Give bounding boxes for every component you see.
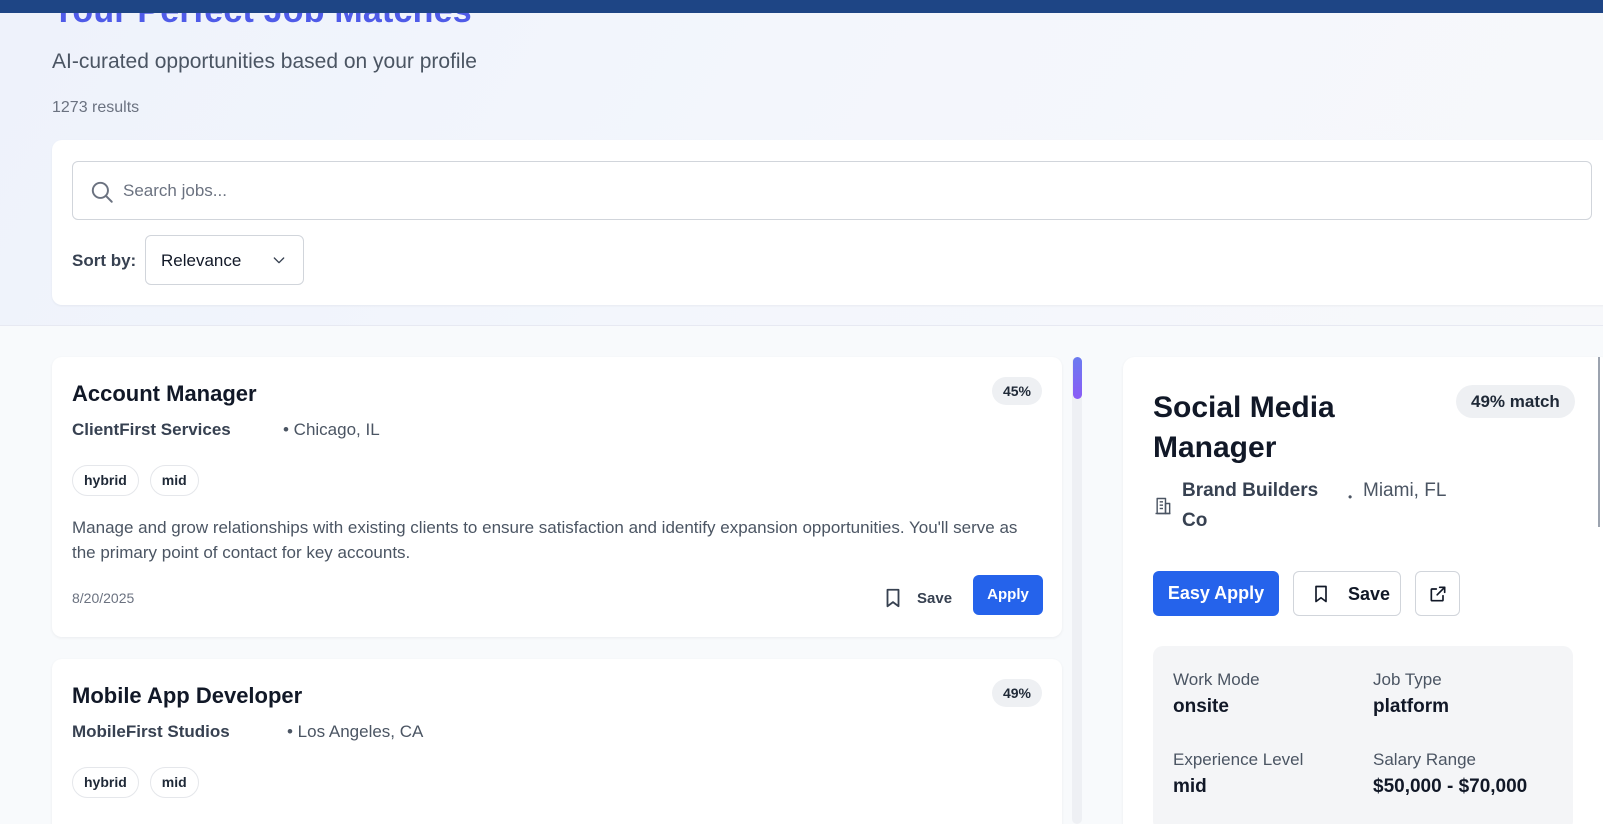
hero-section: Your Perfect Job Matches AI-curated oppo…: [0, 0, 1603, 326]
detail-company: Brand Builders Co: [1182, 480, 1319, 531]
detail-save-button[interactable]: Save: [1293, 571, 1401, 616]
job-card[interactable]: Mobile App Developer MobileFirst Studios…: [52, 659, 1062, 824]
job-description: Manage and grow relationships with exist…: [72, 518, 1018, 562]
sort-select[interactable]: Relevance: [145, 235, 304, 285]
tag-work-mode: hybrid: [72, 767, 139, 798]
job-company: MobileFirst Studios: [72, 722, 230, 741]
search-icon: [91, 181, 113, 203]
job-list-scrollbar[interactable]: [1072, 357, 1082, 824]
info-label: Experience Level: [1173, 750, 1304, 769]
tag-level: mid: [149, 767, 199, 798]
result-count: 1273 results: [52, 99, 140, 116]
job-info-grid: Work Mode onsite Job Type platform Exper…: [1153, 646, 1573, 824]
job-tags: hybrid mid: [72, 767, 199, 798]
info-label: Work Mode: [1173, 670, 1260, 689]
info-value: mid: [1173, 776, 1207, 797]
detail-match-badge: 49% match: [1456, 385, 1575, 418]
sort-selected-value: Relevance: [161, 251, 242, 270]
job-detail-panel: Social Media Manager 49% match Brand Bui…: [1123, 357, 1603, 824]
job-list-scrollbar-thumb[interactable]: [1073, 357, 1082, 399]
posted-date: 8/20/2025: [72, 590, 135, 606]
tag-work-mode: hybrid: [72, 465, 139, 496]
info-job-type: Job Type platform: [1373, 670, 1449, 718]
detail-separator: •: [1348, 490, 1353, 504]
match-score-badge: 49%: [991, 679, 1042, 707]
detail-job-title: Social Media Manager: [1153, 391, 1335, 464]
bookmark-icon: [886, 588, 900, 608]
filter-panel: Sort by: Relevance: [52, 140, 1603, 305]
detail-location: Miami, FL: [1363, 480, 1447, 501]
tag-level: mid: [149, 465, 199, 496]
info-salary-range: Salary Range $50,000 - $70,000: [1373, 750, 1527, 798]
easy-apply-button[interactable]: Easy Apply: [1153, 571, 1279, 616]
search-input[interactable]: [123, 163, 1583, 218]
info-experience-level: Experience Level mid: [1173, 750, 1303, 798]
info-value: platform: [1373, 696, 1449, 717]
job-title[interactable]: Account Manager: [72, 381, 257, 407]
detail-save-label: Save: [1348, 584, 1391, 604]
save-label: Save: [917, 589, 953, 607]
info-value: onsite: [1173, 696, 1229, 717]
job-company: ClientFirst Services: [72, 420, 231, 439]
page-subtitle: AI-curated opportunities based on your p…: [52, 50, 477, 73]
bookmark-icon: [1315, 585, 1327, 603]
page-scrollbar[interactable]: [1598, 357, 1603, 527]
match-score-badge: 45%: [991, 377, 1042, 405]
external-link-icon: [1430, 586, 1446, 602]
job-location: • Chicago, IL: [283, 420, 380, 439]
info-label: Job Type: [1373, 670, 1442, 689]
info-work-mode: Work Mode onsite: [1173, 670, 1260, 718]
job-title[interactable]: Mobile App Developer: [72, 683, 302, 709]
open-external-button[interactable]: [1415, 571, 1460, 616]
chevron-down-icon: [273, 257, 285, 264]
search-box[interactable]: [72, 161, 1592, 220]
top-bar: [0, 0, 1603, 13]
building-icon: [1155, 497, 1171, 515]
job-tags: hybrid mid: [72, 465, 199, 496]
job-location: • Los Angeles, CA: [287, 722, 424, 741]
apply-button[interactable]: Apply: [973, 575, 1043, 615]
info-label: Salary Range: [1373, 750, 1477, 769]
save-button[interactable]: Save: [882, 579, 952, 617]
job-card[interactable]: Account Manager ClientFirst Services • C…: [52, 357, 1062, 637]
sort-label: Sort by:: [72, 251, 137, 270]
info-value: $50,000 - $70,000: [1373, 776, 1528, 797]
